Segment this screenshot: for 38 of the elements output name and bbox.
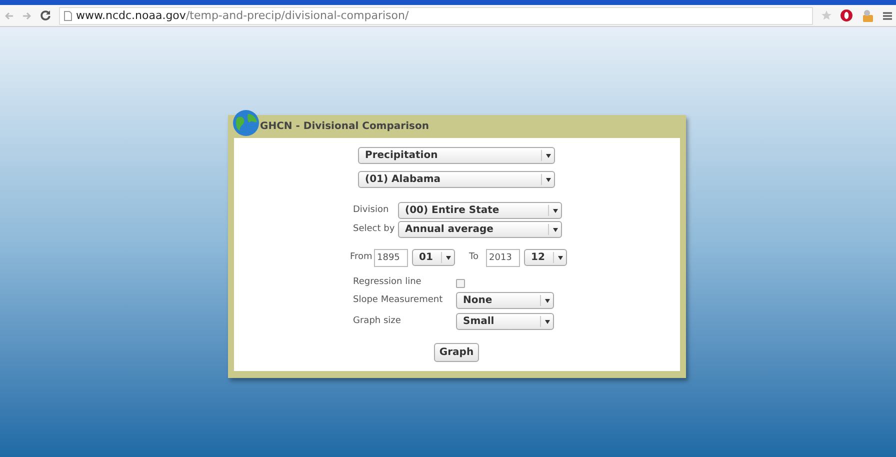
globe-icon xyxy=(232,109,260,137)
caret-icon xyxy=(546,178,550,182)
field-label: Select by xyxy=(353,223,395,236)
page-icon xyxy=(64,10,72,20)
back-icon[interactable] xyxy=(4,10,14,20)
reload-icon[interactable] xyxy=(40,10,51,21)
address-bar[interactable]: www.ncdc.noaa.gov/temp-and-precip/divisional-comparison/ xyxy=(59,6,813,24)
caret-icon xyxy=(446,256,450,260)
caret-icon xyxy=(544,320,550,324)
dropdown[interactable]: Precipitation xyxy=(358,147,555,164)
star-icon[interactable] xyxy=(821,10,832,21)
caret-icon xyxy=(552,208,558,212)
url-text: www.ncdc.noaa.gov/temp-and-precip/divisional-comparison/ xyxy=(76,10,409,21)
caret-icon xyxy=(558,256,562,260)
field-label: To xyxy=(469,251,478,264)
dropdown[interactable]: Small xyxy=(456,313,554,330)
dropdown[interactable]: (01) Alabama xyxy=(358,171,555,188)
forward-icon[interactable] xyxy=(22,10,32,20)
field-label: Graph size xyxy=(353,315,401,328)
dropdown[interactable]: (00) Entire State xyxy=(398,202,562,219)
year-field[interactable]: 1895 xyxy=(374,249,408,267)
dropdown[interactable]: Annual average xyxy=(398,221,562,238)
extension-icon[interactable] xyxy=(840,9,853,22)
year-field[interactable]: 2013 xyxy=(486,249,520,267)
caret-icon xyxy=(552,228,558,232)
dropdown[interactable]: 12 xyxy=(524,249,567,266)
caret-icon xyxy=(544,298,550,302)
field-label: Division xyxy=(353,204,389,217)
field-label: From xyxy=(350,251,372,264)
field-label: Regression line xyxy=(353,276,422,289)
panel-title: GHCN - Divisional Comparison xyxy=(260,120,429,134)
dropdown[interactable]: 01 xyxy=(412,249,455,266)
caret-icon xyxy=(546,154,550,158)
field-label: Slope Measurement xyxy=(353,294,443,307)
menu-icon[interactable] xyxy=(883,10,892,20)
checkbox[interactable] xyxy=(456,279,465,288)
graph-button[interactable]: Graph xyxy=(434,343,479,362)
dropdown[interactable]: None xyxy=(456,292,554,309)
